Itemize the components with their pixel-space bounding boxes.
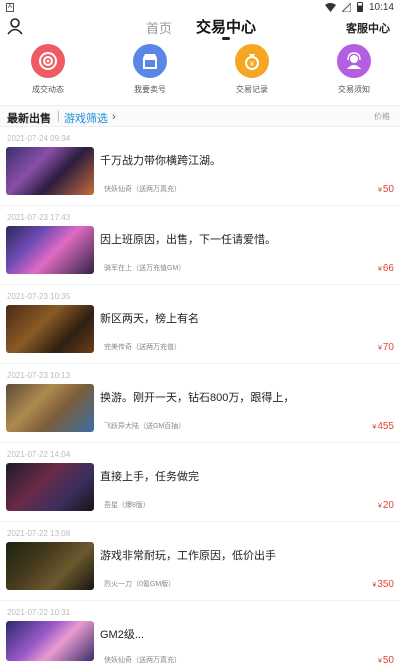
listing-price: ¥455 <box>372 421 394 432</box>
listing-price: ¥70 <box>377 342 394 353</box>
target-icon <box>31 44 65 78</box>
listing-price: ¥350 <box>372 579 394 590</box>
game-thumbnail <box>6 621 94 661</box>
wifi-icon <box>324 2 336 12</box>
store-icon <box>133 44 167 78</box>
signal-icon <box>341 2 351 12</box>
listing-price: ¥50 <box>377 184 394 195</box>
customer-service-link[interactable]: 客服中心 <box>346 20 390 36</box>
listing-game: 烈火一刀（0氪GM版） <box>104 581 176 588</box>
quick-action-deals[interactable]: 成交动态 <box>8 44 88 95</box>
game-thumbnail <box>6 305 94 353</box>
status-bar: A 10:14 <box>0 0 400 14</box>
listing-game: 侠妖仙奇（送两万真充） <box>104 657 181 664</box>
listing-game: 完美传奇（送两万充值） <box>104 344 181 351</box>
latest-sales-label: 最新出售 <box>7 113 51 125</box>
support-agent-icon <box>337 44 371 78</box>
listing-date: 2021-07-22 14:04 <box>7 450 71 459</box>
quick-action-label: 我要卖号 <box>134 85 166 94</box>
listing-date: 2021-07-23 17:43 <box>7 213 71 222</box>
listing-title: 新区两天，榜上有名 <box>100 313 199 325</box>
quick-action-label: 交易记录 <box>236 85 268 94</box>
listing-title: GM2级... <box>100 629 145 641</box>
listing-game: 吾星（爆8版） <box>104 502 150 509</box>
notification-icon: A <box>6 2 14 12</box>
game-filter-button[interactable]: 游戏筛选 <box>64 110 108 126</box>
listing-game: 快妖仙奇（送两万真充） <box>104 186 181 193</box>
tab-trade-center[interactable]: 交易中心 <box>196 16 256 37</box>
listing-title: 因上班原因，出售，下一任请爱惜。 <box>100 234 276 246</box>
listing-date: 2021-07-24 09:34 <box>7 134 71 143</box>
list-item[interactable]: 2021-07-22 13:08 游戏非常耐玩，工作原因，低价出手 烈火一刀（0… <box>0 523 400 601</box>
listing-game: 骑军在上（送万充值GM） <box>104 265 186 272</box>
listing-date: 2021-07-23 10:35 <box>7 292 71 301</box>
quick-action-label: 成交动态 <box>32 85 64 94</box>
user-icon[interactable] <box>6 17 24 35</box>
active-tab-indicator <box>222 37 230 40</box>
chevron-right-icon[interactable]: › <box>112 111 116 123</box>
quick-action-records[interactable]: ¥ 交易记录 <box>212 44 292 95</box>
svg-text:¥: ¥ <box>250 60 255 68</box>
quick-action-sell[interactable]: 我要卖号 <box>110 44 190 95</box>
clock: 10:14 <box>368 1 394 13</box>
quick-action-label: 交易须知 <box>338 85 370 94</box>
game-thumbnail <box>6 463 94 511</box>
listing-price: ¥50 <box>377 655 394 666</box>
divider <box>58 111 59 122</box>
listing-date: 2021-07-22 13:08 <box>7 529 71 538</box>
battery-icon <box>356 2 363 12</box>
game-thumbnail <box>6 226 94 274</box>
listing-title: 直接上手，任务做完 <box>100 471 199 483</box>
list-item[interactable]: 2021-07-22 10:31 GM2级... 侠妖仙奇（送两万真充） ¥50 <box>0 602 400 667</box>
list-item[interactable]: 2021-07-23 10:35 新区两天，榜上有名 完美传奇（送两万充值） ¥… <box>0 286 400 364</box>
listing-date: 2021-07-22 10:31 <box>7 608 71 617</box>
quick-actions: 成交动态 我要卖号 ¥ 交易记录 交易须知 <box>0 44 400 100</box>
list-item[interactable]: 2021-07-24 09:34 千万战力带你横跨江湖。 快妖仙奇（送两万真充）… <box>0 128 400 206</box>
game-thumbnail <box>6 542 94 590</box>
top-header: 首页 交易中心 客服中心 <box>0 14 400 44</box>
listing-title: 游戏非常耐玩，工作原因，低价出手 <box>100 550 276 562</box>
listing-title: 换游。刚开一天，钻石800万，跟得上， <box>100 392 295 404</box>
price-sort-button[interactable]: 价格 <box>374 111 390 122</box>
listing-game: 飞跃异大陆（送GM百抽） <box>104 423 186 430</box>
quick-action-notice[interactable]: 交易须知 <box>314 44 394 95</box>
game-thumbnail <box>6 147 94 195</box>
list-item[interactable]: 2021-07-23 10:13 换游。刚开一天，钻石800万，跟得上， 飞跃异… <box>0 365 400 443</box>
list-item[interactable]: 2021-07-23 17:43 因上班原因，出售，下一任请爱惜。 骑军在上（送… <box>0 207 400 285</box>
tab-home[interactable]: 首页 <box>146 18 172 37</box>
list-item[interactable]: 2021-07-22 14:04 直接上手，任务做完 吾星（爆8版） ¥20 <box>0 444 400 522</box>
listing-price: ¥66 <box>377 263 394 274</box>
listing-price: ¥20 <box>377 500 394 511</box>
listing-date: 2021-07-23 10:13 <box>7 371 71 380</box>
filter-bar: 最新出售 游戏筛选 › 价格 <box>0 105 400 127</box>
money-bag-icon: ¥ <box>235 44 269 78</box>
game-thumbnail <box>6 384 94 432</box>
listing-title: 千万战力带你横跨江湖。 <box>100 155 221 167</box>
